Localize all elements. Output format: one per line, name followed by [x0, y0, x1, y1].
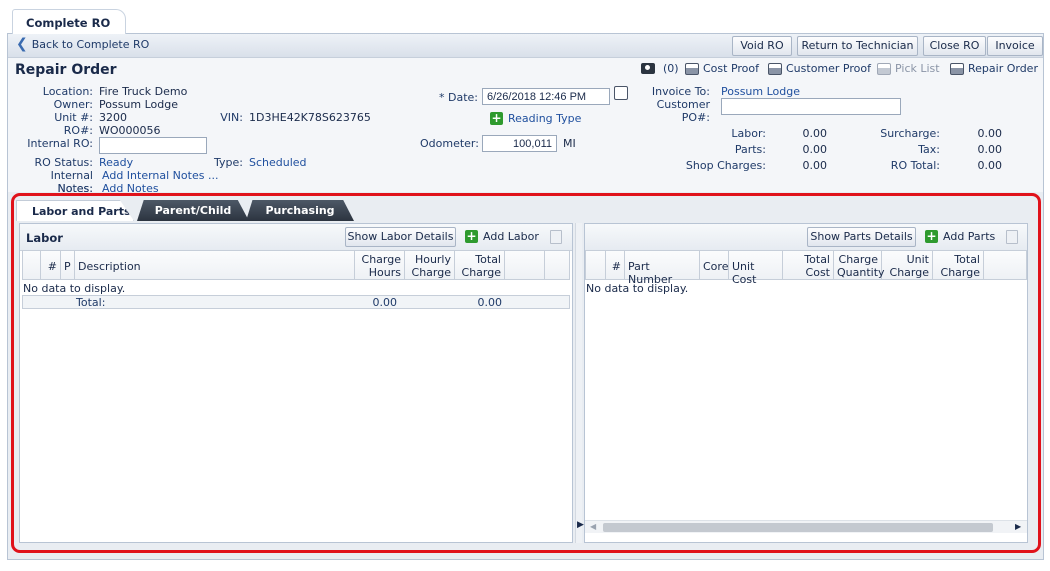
printer-icon: [685, 62, 699, 75]
internal-ro-label: Internal RO:: [27, 137, 93, 150]
shop-charges-value: 0.00: [802, 159, 828, 172]
highlight-box: [11, 193, 1041, 553]
shop-charges-label: Shop Charges:: [685, 159, 766, 172]
tax-value: 0.00: [977, 143, 1003, 156]
odometer-input[interactable]: [482, 135, 557, 152]
date-label: * Date:: [439, 91, 478, 104]
void-ro-button[interactable]: Void RO: [732, 36, 792, 56]
cost-proof-label: Cost Proof: [703, 62, 760, 75]
photos-action[interactable]: (0): [641, 62, 679, 75]
owner-value: Possum Lodge: [99, 98, 179, 111]
camera-icon: [641, 63, 655, 74]
owner-label: Owner:: [53, 98, 93, 111]
repair-order-action[interactable]: Repair Order: [950, 62, 1038, 75]
surcharge-label: Surcharge:: [880, 127, 940, 140]
printer-icon: [768, 62, 782, 75]
add-notes-link[interactable]: Add Notes: [102, 182, 159, 192]
ro-status-value: Ready: [99, 156, 134, 169]
tab-complete-ro[interactable]: Complete RO: [12, 9, 126, 35]
invoice-to-label: Invoice To:: [651, 85, 710, 98]
customer-po-label: Customer PO#:: [656, 98, 710, 124]
photo-count: (0): [663, 62, 679, 75]
customer-po-input[interactable]: [721, 98, 901, 115]
cost-proof-action[interactable]: Cost Proof: [685, 62, 759, 75]
return-to-technician-button[interactable]: Return to Technician: [797, 36, 918, 56]
pick-list-action[interactable]: Pick List: [877, 62, 940, 75]
reading-type-label: Reading Type: [508, 112, 582, 125]
surcharge-value: 0.00: [977, 127, 1003, 140]
tax-label: Tax:: [918, 143, 940, 156]
reading-type-button[interactable]: + Reading Type: [490, 112, 581, 125]
location-label: Location:: [42, 85, 93, 98]
back-label: Back to Complete RO: [31, 37, 150, 51]
close-ro-button[interactable]: Close RO: [923, 36, 986, 56]
customer-proof-action[interactable]: Customer Proof: [768, 62, 871, 75]
back-link[interactable]: ❮ Back to Complete RO: [16, 36, 149, 52]
location-value: Fire Truck Demo: [99, 85, 188, 98]
ro-status-label: RO Status:: [34, 156, 93, 169]
internal-ro-input[interactable]: [99, 137, 207, 154]
ro-total-value: 0.00: [977, 159, 1003, 172]
invoice-button[interactable]: Invoice: [987, 36, 1043, 56]
add-internal-notes-link[interactable]: Add Internal Notes ...: [102, 169, 218, 182]
customer-proof-label: Customer Proof: [786, 62, 871, 75]
vin-label: VIN:: [220, 111, 243, 124]
printer-icon: [877, 62, 891, 75]
pick-list-label: Pick List: [895, 62, 940, 75]
ro-number-value: WO000056: [99, 124, 161, 137]
printer-icon: [950, 62, 964, 75]
unit-value: 3200: [99, 111, 127, 124]
ro-total-label: RO Total:: [890, 159, 940, 172]
parts-total-value: 0.00: [802, 143, 828, 156]
parts-total-label: Parts:: [734, 143, 766, 156]
repair-order-label: Repair Order: [968, 62, 1038, 75]
add-icon: +: [490, 111, 503, 125]
labor-total-label: Labor:: [731, 127, 766, 140]
date-input[interactable]: [482, 88, 610, 105]
ro-number-label: RO#:: [63, 124, 93, 137]
odometer-unit: MI: [563, 137, 576, 150]
page-title: Repair Order: [15, 62, 117, 78]
type-value: Scheduled: [249, 156, 307, 169]
vin-value: 1D3HE42K78S623765: [249, 111, 371, 124]
unit-label: Unit #:: [54, 111, 93, 124]
invoice-to-value[interactable]: Possum Lodge: [721, 85, 800, 98]
labor-total-value: 0.00: [802, 127, 828, 140]
type-label: Type:: [214, 156, 243, 169]
notes-label: Notes:: [57, 182, 93, 192]
chevron-left-icon: ❮: [16, 36, 28, 52]
odometer-label: Odometer:: [420, 137, 479, 150]
